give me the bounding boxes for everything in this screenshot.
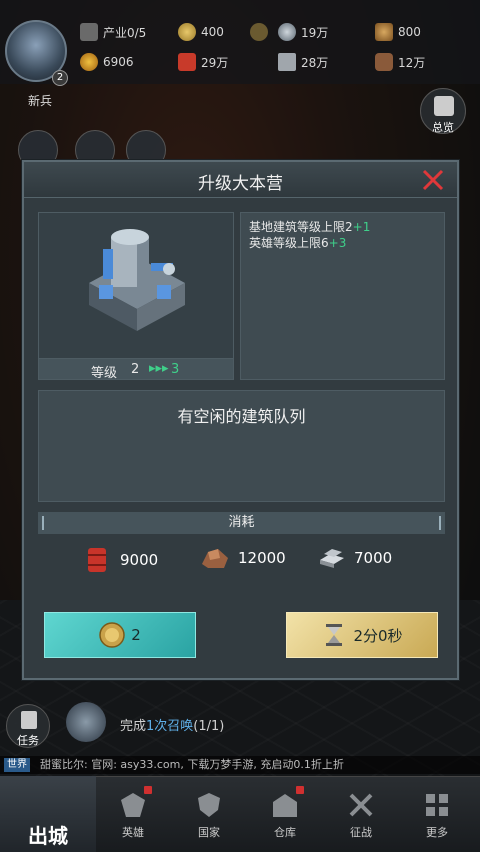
steel-cost: 7000: [318, 546, 392, 570]
steel-icon: [278, 53, 296, 71]
notification-dot: [144, 786, 152, 794]
close-icon[interactable]: [421, 168, 445, 192]
overview-icon: [434, 96, 454, 116]
hourglass-icon: [326, 624, 343, 646]
oil-cost: 9000: [86, 546, 158, 574]
upgrade-button[interactable]: 2分0秒: [286, 612, 438, 658]
avatar-level-badge: 2: [52, 70, 68, 86]
ore-icon: [202, 549, 228, 568]
crossed-swords-icon: [349, 793, 373, 817]
medal-resource[interactable]: 800: [375, 21, 421, 43]
resource-bar: 2 产业0/5 400 19万 800 6906 29万 28万 12万: [0, 0, 480, 86]
bonus-line: 基地建筑等级上限2+1: [249, 220, 371, 234]
plus-icon: [250, 23, 268, 41]
quest-text: 完成1次召唤(1/1): [120, 719, 225, 734]
level-label: 等级: [91, 366, 118, 381]
add-gold-button[interactable]: [250, 21, 273, 43]
steel-resource[interactable]: 28万: [278, 51, 328, 73]
ore-cost: 12000: [200, 546, 286, 570]
gold-coin-icon: [99, 622, 125, 648]
quest-avatar: [66, 702, 106, 742]
oil-barrel-icon: [88, 548, 106, 572]
ore-resource[interactable]: 12万: [375, 51, 425, 73]
cost-header: 消耗: [38, 512, 445, 534]
rank-label: 新兵: [27, 94, 52, 108]
queue-status-text: 有空闲的建筑队列: [177, 407, 306, 426]
upgrade-dialog: 升级大本营 等级 2 ▸▸▸ 3 基地建筑等级上限2+1 英雄等级上限6+3 有…: [22, 160, 459, 680]
next-level: 3: [171, 362, 180, 377]
factory-icon: [80, 23, 98, 41]
headquarters-building-image: [89, 229, 185, 331]
nav-heroes[interactable]: 英雄: [108, 786, 158, 850]
medal-icon: [375, 23, 393, 41]
instant-upgrade-button[interactable]: 2: [44, 612, 196, 658]
world-chat-bar[interactable]: 世界 甜蜜比尔: 官网: asy33.com, 下载万梦手游, 充启动0.1折上…: [0, 756, 480, 774]
build-queue-panel: 有空闲的建筑队列: [38, 390, 445, 502]
nav-more[interactable]: 更多: [412, 790, 462, 850]
nav-warehouse[interactable]: 仓库: [260, 786, 310, 850]
steel-icon: [320, 549, 344, 568]
nav-nation[interactable]: 国家: [184, 790, 234, 850]
quest-bar[interactable]: 完成1次召唤(1/1): [0, 700, 480, 746]
warehouse-icon: [273, 794, 297, 817]
ore-icon: [375, 53, 393, 71]
bonus-line: 英雄等级上限6+3: [249, 236, 347, 250]
cost-title: 消耗: [228, 515, 255, 530]
upgrade-time: 2分0秒: [353, 626, 403, 645]
grid-icon: [426, 794, 448, 816]
hero-icon: [121, 793, 145, 817]
upgrade-bonus-panel: 基地建筑等级上限2+1 英雄等级上限6+3: [240, 212, 445, 380]
instant-cost: 2: [131, 626, 141, 644]
overview-label: 总览: [432, 121, 454, 134]
chat-channel-tag: 世界: [4, 758, 30, 772]
chat-message: 甜蜜比尔: 官网: asy33.com, 下载万梦手游, 充启动0.1折上折: [40, 758, 344, 771]
oil-resource[interactable]: 29万: [178, 51, 228, 73]
shield-icon: [198, 793, 220, 817]
nav-campaign[interactable]: 征战: [336, 790, 386, 850]
overview-button[interactable]: 总览: [420, 88, 466, 134]
dialog-header: 升级大本营: [24, 162, 457, 198]
silver-resource[interactable]: 19万: [278, 21, 328, 43]
level-arrow-icon: ▸▸▸: [149, 361, 169, 376]
oil-barrel-icon: [178, 53, 196, 71]
lightning-icon: [80, 53, 98, 71]
level-bar: 等级 2 ▸▸▸ 3: [38, 358, 234, 381]
notification-dot: [296, 786, 304, 794]
dialog-title: 升级大本营: [198, 174, 283, 194]
exit-city-button[interactable]: 出城: [0, 776, 96, 852]
current-level: 2: [131, 362, 140, 377]
building-preview: [38, 212, 234, 380]
industry-resource[interactable]: 产业0/5: [80, 21, 146, 43]
gold-resource[interactable]: 400: [178, 21, 224, 43]
power-resource[interactable]: 6906: [80, 51, 134, 73]
gold-coin-icon: [178, 23, 196, 41]
silver-coin-icon: [278, 23, 296, 41]
